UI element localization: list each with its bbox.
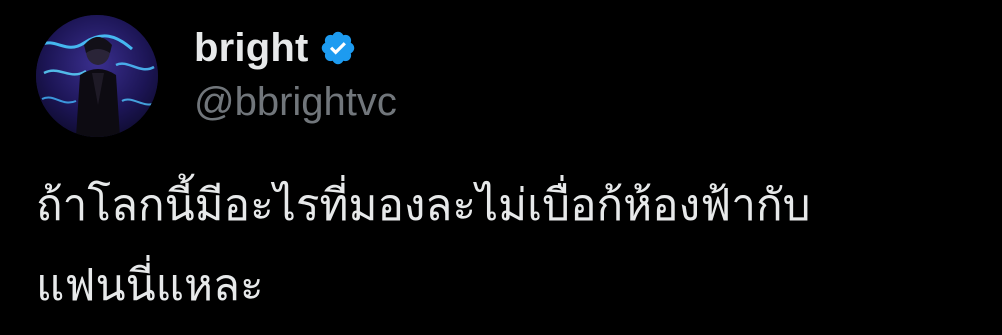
tweet-text: ถ้าโลกนี้มีอะไรที่มองละไม่เบื่อก้ห้องฟ้า… [36, 166, 976, 326]
avatar[interactable] [36, 15, 158, 137]
user-handle[interactable]: @bbrightvc [194, 78, 397, 126]
tweet-text-line: ถ้าโลกนี้มีอะไรที่มองละไม่เบื่อก้ห้องฟ้า… [36, 180, 811, 231]
tweet-card: bright @bbrightvc ถ้าโลกนี้มีอะไรที่มองล… [0, 0, 1002, 335]
tweet-text-line: แฟนนี่แหละ [36, 260, 264, 311]
name-row[interactable]: bright [194, 22, 357, 74]
avatar-image [36, 15, 158, 137]
display-name[interactable]: bright [194, 24, 309, 72]
verified-badge-icon [319, 29, 357, 67]
